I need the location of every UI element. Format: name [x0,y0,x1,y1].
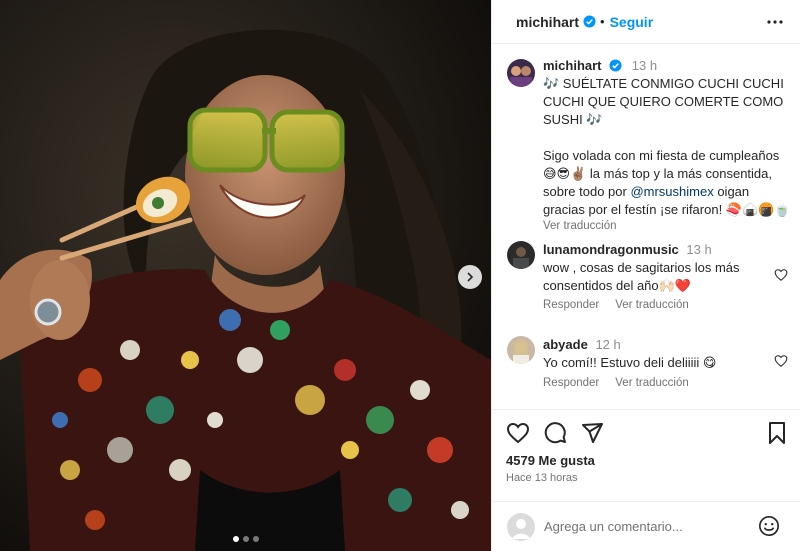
comment-input[interactable] [544,515,744,537]
likes-count[interactable]: 4579 Me gusta [506,453,595,468]
caption-time: 13 h [631,58,658,73]
comment-translate-link[interactable]: Ver traducción [615,377,689,389]
comment-icon[interactable] [543,421,567,445]
follow-button[interactable]: Seguir [610,14,654,30]
post-caption: michihart 13 h 🎶 SUÉLTATE CONMIGO CUCHI … [543,57,793,235]
author-avatar[interactable] [507,59,535,87]
comment-text: Yo comí!! Estuvo deli deliiiii 😋 [543,355,717,370]
carousel-indicator [0,536,491,542]
comment-translate-link[interactable]: Ver traducción [615,299,689,311]
bookmark-icon[interactable] [765,421,789,445]
heart-icon[interactable] [506,421,530,445]
commenter-avatar-image [507,241,535,269]
section-divider [491,409,800,410]
comment-like-icon[interactable] [774,268,788,282]
comment-time: 12 h [595,337,621,352]
chevron-right-icon [467,272,474,282]
caption-line1: 🎶 SUÉLTATE CONMIGO CUCHI CUCHI CUCHI QUE… [543,76,784,127]
commenter-avatar-image [507,336,535,364]
comment-item: lunamondragonmusic 13 h wow , cosas de s… [543,241,773,295]
verified-badge-icon [609,59,622,72]
commenter-avatar[interactable] [507,336,535,364]
comment-actions: Responder Ver traducción [543,299,689,311]
caption-translate-link[interactable]: Ver traducción [543,217,793,235]
comment-actions: Responder Ver traducción [543,377,689,389]
carousel-next-button[interactable] [458,265,482,289]
add-comment-row [491,505,800,551]
section-divider [491,501,800,502]
author-avatar-image [507,59,535,87]
verified-badge-icon [583,15,596,28]
comment-item: abyade 12 h Yo comí!! Estuvo deli deliii… [543,336,773,372]
more-horizontal-icon [767,20,783,24]
comment-username[interactable]: lunamondragonmusic [543,242,679,257]
reply-button[interactable]: Responder [543,299,599,311]
emoji-icon[interactable] [758,515,780,537]
comment-like-icon[interactable] [774,354,788,368]
comment-time: 13 h [686,242,712,257]
more-options-button[interactable] [765,12,785,32]
caption-line1-wrap: michihart 13 h 🎶 SUÉLTATE CONMIGO CUCHI … [543,57,793,129]
caption-username[interactable]: michihart [543,58,602,73]
carousel-dot [232,536,239,542]
comment-text: wow , cosas de sagitarios los más consen… [543,260,740,293]
author-username[interactable]: michihart [516,14,579,30]
user-placeholder-icon [512,519,530,539]
post-header: michihart • Seguir [492,0,800,44]
carousel-dot [252,536,259,542]
post-media[interactable] [0,0,491,551]
post-photo [0,0,491,551]
caption-line2-wrap: Sigo volada con mi fiesta de cumpleaños … [543,147,793,219]
share-icon[interactable] [580,421,604,445]
carousel-dot [242,536,249,542]
reply-button[interactable]: Responder [543,377,599,389]
commenter-avatar[interactable] [507,241,535,269]
header-separator: • [600,14,605,29]
caption-mention[interactable]: @mrsushimex [630,184,713,199]
post-viewer: michihart • Seguir michihart 13 h 🎶 SUÉL… [0,0,800,551]
comment-username[interactable]: abyade [543,337,588,352]
post-timestamp: Hace 13 horas [506,472,578,484]
current-user-avatar [507,513,535,541]
